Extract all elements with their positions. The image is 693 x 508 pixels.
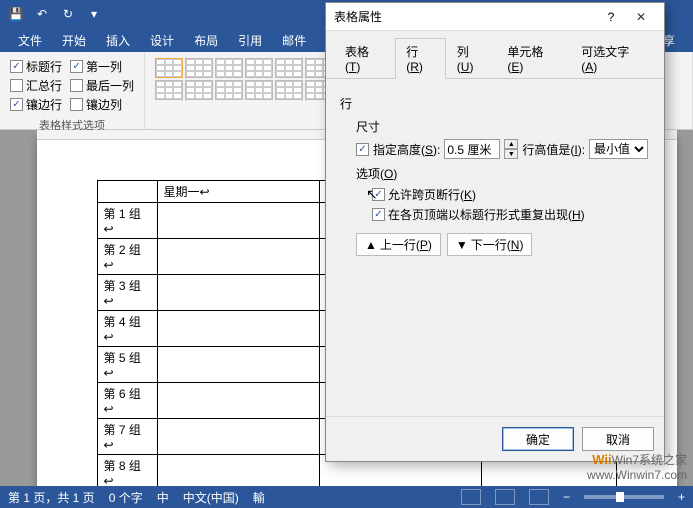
help-icon[interactable]: ? xyxy=(596,10,626,24)
check-icon[interactable]: ✓ xyxy=(10,98,23,111)
group-table-style-options: ✓标题行 汇总行 ✓镶边行 ✓第一列 最后一列 镶边列 表格样式选项 xyxy=(0,52,145,129)
tab-column[interactable]: 列(U) xyxy=(446,38,497,79)
check-icon[interactable]: ✓ xyxy=(356,143,369,156)
undo-icon[interactable]: ↶ xyxy=(30,2,54,26)
zoom-in-icon[interactable]: + xyxy=(678,490,685,504)
height-spinner[interactable]: ▲▼ xyxy=(504,139,518,159)
view-read-icon[interactable] xyxy=(461,489,481,505)
zoom-slider[interactable] xyxy=(584,495,664,499)
row-section-label: 行 xyxy=(340,95,650,112)
spin-up-icon[interactable]: ▲ xyxy=(504,139,518,149)
size-label: 尺寸 xyxy=(356,118,650,135)
tab-mailings[interactable]: 邮件 xyxy=(272,28,316,52)
dialog-tabs: 表格(T) 行(R) 列(U) 单元格(E) 可选文字(A) xyxy=(326,31,664,79)
opt-banded-col[interactable]: 镶边列 xyxy=(86,96,122,113)
close-icon[interactable]: ✕ xyxy=(626,10,656,24)
ok-button[interactable]: 确定 xyxy=(502,427,574,451)
tab-table[interactable]: 表格(T) xyxy=(334,38,395,79)
specify-height-label: 指定高度(S): xyxy=(373,141,440,158)
tab-home[interactable]: 开始 xyxy=(52,28,96,52)
dialog-title: 表格属性 xyxy=(334,8,596,25)
down-triangle-icon: ▼ xyxy=(456,238,468,252)
checkbox[interactable] xyxy=(10,79,23,92)
checkbox[interactable] xyxy=(70,79,83,92)
opt-total-row[interactable]: 汇总行 xyxy=(26,77,62,94)
repeat-header-label[interactable]: 在各页顶端以标题行形式重复出现(H) xyxy=(388,206,585,223)
dialog-buttons: 确定 取消 xyxy=(326,416,664,461)
check-icon[interactable]: ✓ xyxy=(372,188,385,201)
opt-header-row[interactable]: 标题行 xyxy=(26,58,62,75)
view-print-icon[interactable] xyxy=(495,489,515,505)
table-properties-dialog: 表格属性 ? ✕ 表格(T) 行(R) 列(U) 单元格(E) 可选文字(A) … xyxy=(325,2,665,462)
options-label: 选项(O) xyxy=(356,165,650,182)
checkbox[interactable] xyxy=(70,98,83,111)
tab-references[interactable]: 引用 xyxy=(228,28,272,52)
status-language[interactable]: 中文(中国) xyxy=(183,489,239,506)
dialog-body: 行 尺寸 ✓ 指定高度(S): ▲▼ 行高值是(I): 最小值 选项(O) ✓ … xyxy=(326,79,664,416)
allow-break-label[interactable]: 允许跨页断行(K) xyxy=(388,186,476,203)
tab-row[interactable]: 行(R) xyxy=(395,38,446,79)
statusbar: 第 1 页，共 1 页 0 个字 中 中文(中国) 輸 − + xyxy=(0,486,693,508)
save-icon[interactable]: 💾 xyxy=(4,2,28,26)
tab-file[interactable]: 文件 xyxy=(8,28,52,52)
tab-layout[interactable]: 布局 xyxy=(184,28,228,52)
redo-icon[interactable]: ↻ xyxy=(56,2,80,26)
height-input[interactable] xyxy=(444,139,500,159)
check-icon[interactable]: ✓ xyxy=(10,60,23,73)
opt-last-col[interactable]: 最后一列 xyxy=(86,77,134,94)
tab-design[interactable]: 设计 xyxy=(140,28,184,52)
check-icon[interactable]: ✓ xyxy=(70,60,83,73)
row-height-select[interactable]: 最小值 xyxy=(589,139,648,159)
tab-alt-text[interactable]: 可选文字(A) xyxy=(570,38,656,79)
row-height-is-label: 行高值是(I): xyxy=(522,141,585,158)
prev-row-button[interactable]: ▲上一行(P) xyxy=(356,233,441,256)
cancel-button[interactable]: 取消 xyxy=(582,427,654,451)
status-words[interactable]: 0 个字 xyxy=(109,489,143,506)
quick-access-toolbar: 💾 ↶ ↻ ▾ xyxy=(4,2,106,26)
status-page[interactable]: 第 1 页，共 1 页 xyxy=(8,489,95,506)
table-header[interactable]: 星期一↩ xyxy=(157,181,319,203)
next-row-button[interactable]: ▼下一行(N) xyxy=(447,233,533,256)
opt-first-col[interactable]: 第一列 xyxy=(86,58,122,75)
tab-cell[interactable]: 单元格(E) xyxy=(496,38,570,79)
status-lang-icon[interactable]: 中 xyxy=(157,489,169,506)
check-icon[interactable]: ✓ xyxy=(372,208,385,221)
status-ime[interactable]: 輸 xyxy=(253,489,265,506)
table-header[interactable] xyxy=(97,181,157,203)
tab-insert[interactable]: 插入 xyxy=(96,28,140,52)
up-triangle-icon: ▲ xyxy=(365,238,377,252)
qat-dropdown-icon[interactable]: ▾ xyxy=(82,2,106,26)
opt-banded-row[interactable]: 镶边行 xyxy=(26,96,62,113)
view-web-icon[interactable] xyxy=(529,489,549,505)
dialog-titlebar[interactable]: 表格属性 ? ✕ xyxy=(326,3,664,31)
zoom-out-icon[interactable]: − xyxy=(563,490,570,504)
spin-down-icon[interactable]: ▼ xyxy=(504,149,518,159)
